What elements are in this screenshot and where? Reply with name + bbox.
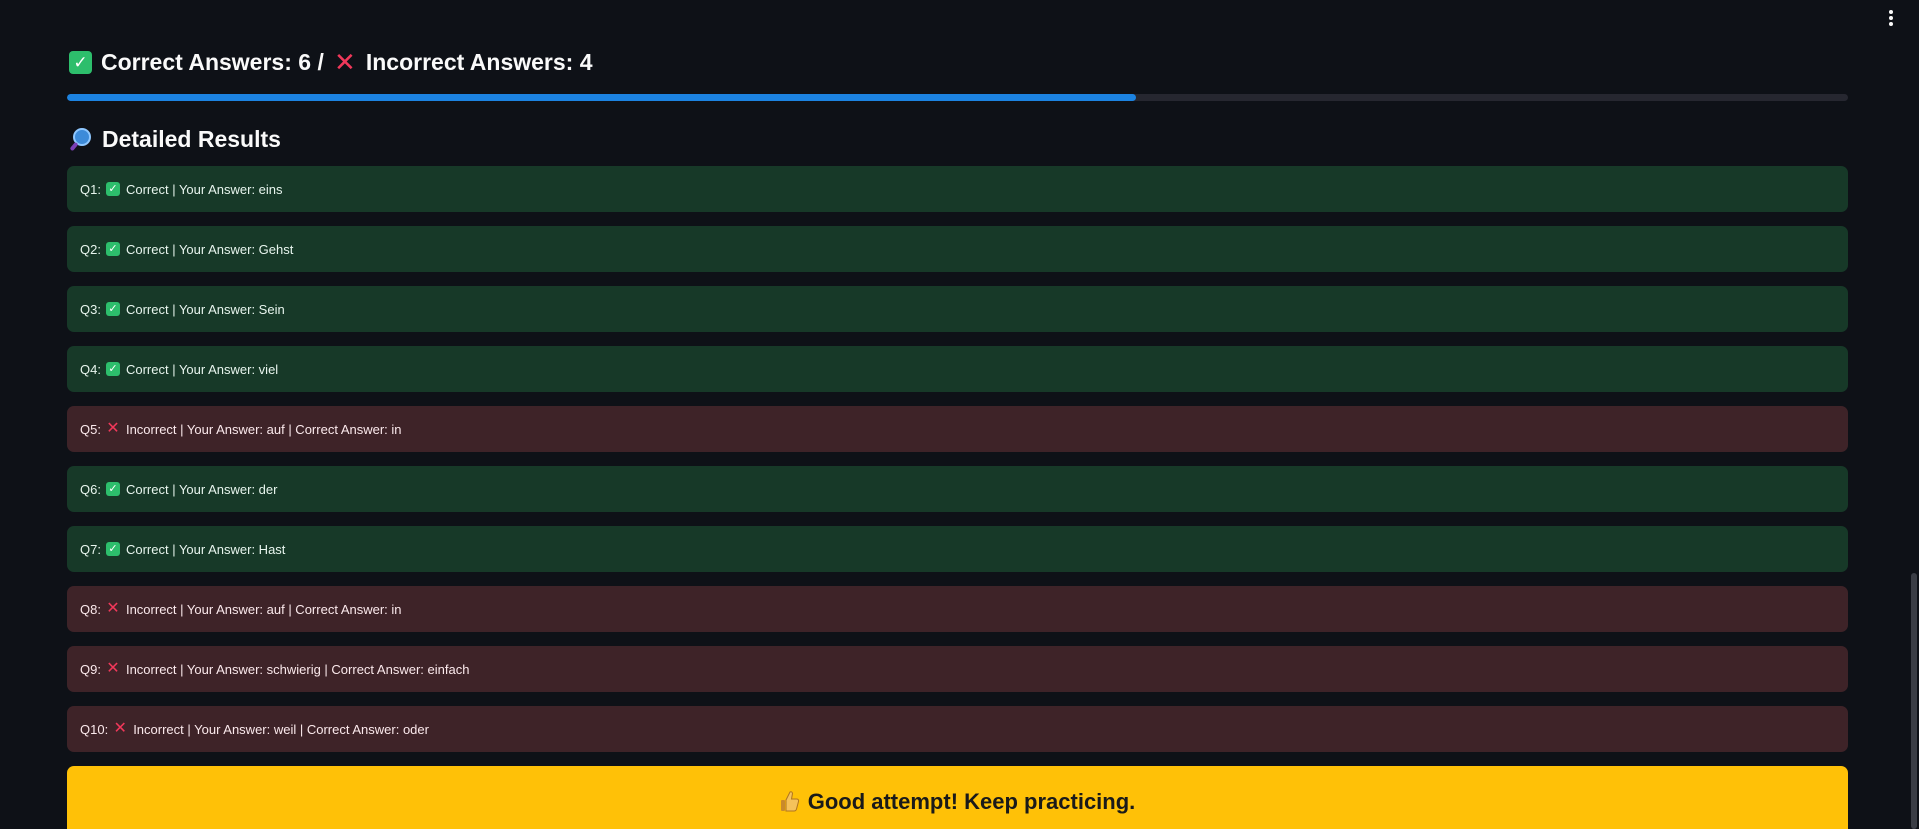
question-number: Q3: (80, 301, 101, 317)
question-number: Q2: (80, 241, 101, 257)
question-number: Q4: (80, 361, 101, 377)
cross-mark-icon: ✕ (106, 660, 120, 677)
question-number: Q8: (80, 601, 101, 617)
question-number: Q5: (80, 421, 101, 437)
magnifying-glass-icon (69, 127, 93, 152)
result-text: Correct | Your Answer: eins (125, 181, 283, 197)
score-summary: ✓ Correct Answers: 6 / ✕ Incorrect Answe… (69, 44, 593, 80)
detailed-results-title: Detailed Results (102, 125, 281, 152)
check-mark-button-icon: ✓ (105, 242, 120, 256)
thumbs-up-icon (780, 791, 799, 812)
cross-mark-icon: ✕ (113, 720, 127, 737)
result-row-q9: Q9: ✕ Incorrect | Your Answer: schwierig |… (67, 646, 1848, 692)
score-progress-fill (67, 94, 1136, 101)
result-row-q7: Q7: ✓ Correct | Your Answer: Hast (67, 526, 1848, 572)
detailed-results-heading: Detailed Results (69, 121, 281, 157)
results-list: Q1: ✓ Correct | Your Answer: eins Q2: ✓ Corre… (67, 166, 1848, 766)
cross-mark-icon: ✕ (106, 600, 120, 617)
check-mark-button-icon: ✓ (105, 542, 120, 556)
result-row-q4: Q4: ✓ Correct | Your Answer: viel (67, 346, 1848, 392)
cross-mark-icon: ✕ (333, 47, 356, 77)
result-text: Correct | Your Answer: Hast (125, 541, 286, 557)
result-row-q8: Q8: ✕ Incorrect | Your Answer: auf | Corre… (67, 586, 1848, 632)
check-mark-button-icon: ✓ (105, 302, 120, 316)
result-text: Correct | Your Answer: viel (125, 361, 279, 377)
question-number: Q10: (80, 721, 109, 737)
correct-count-label: Correct Answers: 6 / (101, 48, 324, 75)
result-text: Incorrect | Your Answer: weil | Correct … (133, 721, 429, 737)
feedback-message: Good attempt! Keep practicing. (807, 789, 1136, 814)
question-number: Q1: (80, 181, 101, 197)
result-row-q5: Q5: ✕ Incorrect | Your Answer: auf | Corre… (67, 406, 1848, 452)
incorrect-count-label: Incorrect Answers: 4 (365, 48, 593, 75)
result-row-q6: Q6: ✓ Correct | Your Answer: der (67, 466, 1848, 512)
question-number: Q7: (80, 541, 101, 557)
menu-dot-icon (1889, 16, 1893, 20)
result-text: Correct | Your Answer: Sein (125, 301, 285, 317)
page-scrollbar[interactable] (1911, 573, 1917, 829)
result-text: Incorrect | Your Answer: auf | Correct A… (125, 421, 402, 437)
result-text: Incorrect | Your Answer: auf | Correct A… (125, 601, 402, 617)
check-mark-button-icon: ✓ (105, 482, 120, 496)
feedback-banner: Good attempt! Keep practicing. (67, 766, 1848, 829)
result-row-q2: Q2: ✓ Correct | Your Answer: Gehst (67, 226, 1848, 272)
result-row-q3: Q3: ✓ Correct | Your Answer: Sein (67, 286, 1848, 332)
question-number: Q9: (80, 661, 101, 677)
main-menu-button[interactable] (1885, 10, 1897, 26)
menu-dot-icon (1889, 22, 1893, 26)
check-mark-button-icon: ✓ (105, 182, 120, 196)
result-row-q1: Q1: ✓ Correct | Your Answer: eins (67, 166, 1848, 212)
result-text: Correct | Your Answer: der (125, 481, 278, 497)
check-mark-button-icon: ✓ (69, 50, 92, 74)
menu-dot-icon (1889, 10, 1893, 14)
cross-mark-icon: ✕ (106, 420, 120, 437)
result-text: Incorrect | Your Answer: schwierig | Cor… (125, 661, 470, 677)
result-row-q10: Q10: ✕ Incorrect | Your Answer: weil | Cor… (67, 706, 1848, 752)
result-text: Correct | Your Answer: Gehst (125, 241, 294, 257)
check-mark-button-icon: ✓ (105, 362, 120, 376)
app-root: ✓ Correct Answers: 6 / ✕ Incorrect Answe… (0, 0, 1919, 829)
question-number: Q6: (80, 481, 101, 497)
score-progress-bar (67, 94, 1848, 101)
